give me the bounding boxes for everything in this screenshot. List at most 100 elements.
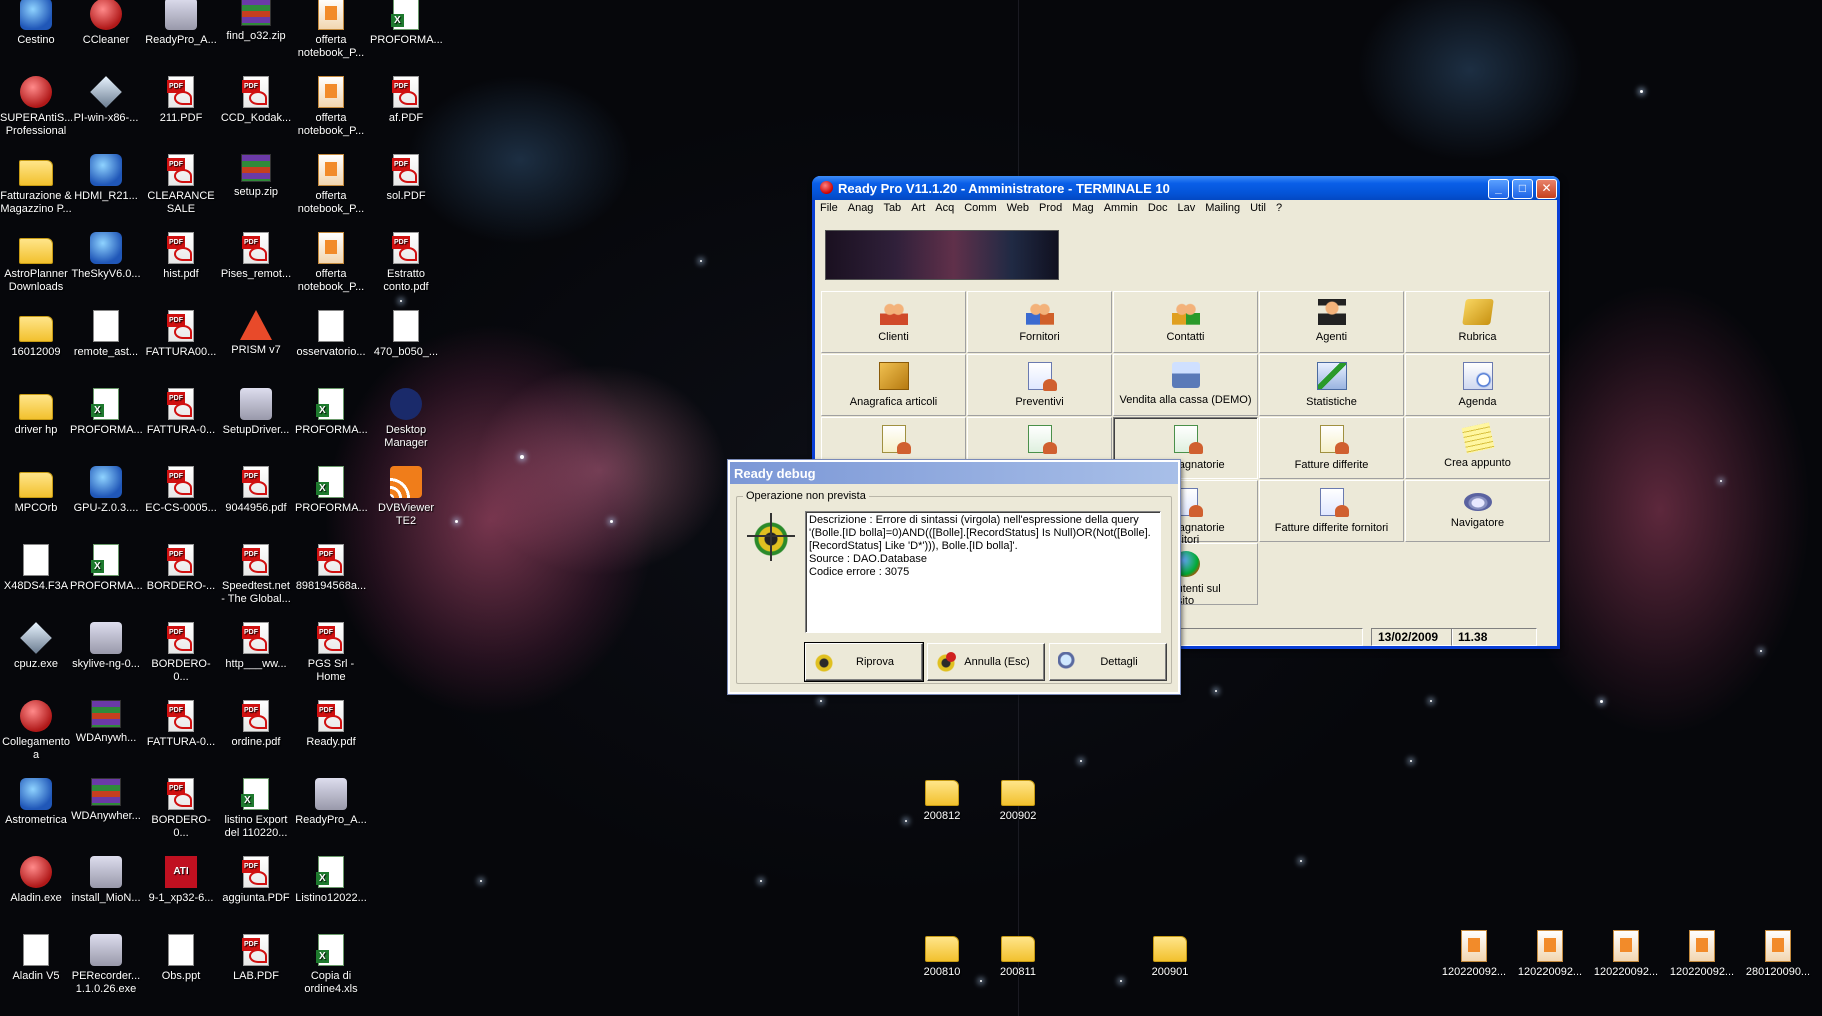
desktop-icon-loose-1[interactable]: 200902 (982, 774, 1054, 823)
desktop-icon-46[interactable]: 898194568a... (295, 544, 367, 593)
tile-fatture-differite[interactable]: Fatture differite (1259, 417, 1404, 479)
desktop-icon-61[interactable]: WDAnywher... (70, 778, 142, 823)
desktop-icon-0[interactable]: Cestino (0, 0, 72, 47)
desktop-icon-5[interactable]: PROFORMA... (370, 0, 442, 47)
desktop-icon-70[interactable]: Listino12022... (295, 856, 367, 905)
desktop-icon-27[interactable]: PRISM v7 (220, 310, 292, 357)
menu-lav[interactable]: Lav (1172, 200, 1200, 214)
desktop-icon-16[interactable]: offerta notebook_P... (295, 154, 367, 216)
desktop-icon-45[interactable]: Speedtest.net - The Global... (220, 544, 292, 606)
debug-dialog-titlebar[interactable]: Ready debug (730, 462, 1178, 484)
menu-acq[interactable]: Acq (930, 200, 959, 214)
minimize-button[interactable]: _ (1488, 179, 1509, 199)
desktop-icon-41[interactable]: DVBViewer TE2 (370, 466, 442, 528)
tile-agenda[interactable]: Agenda (1405, 354, 1550, 416)
desktop-icon-39[interactable]: 9044956.pdf (220, 466, 292, 515)
menu-ammin[interactable]: Ammin (1099, 200, 1143, 214)
tile-anagrafica-articoli[interactable]: Anagrafica articoli (821, 354, 966, 416)
desktop-icon-26[interactable]: FATTURA00... (145, 310, 217, 359)
desktop-icon-31[interactable]: PROFORMA... (70, 388, 142, 437)
readypro-titlebar[interactable]: Ready Pro V11.1.20 - Amministratore - TE… (812, 176, 1560, 200)
desktop-icon-37[interactable]: GPU-Z.0.3.... (70, 466, 142, 515)
desktop-icon-loose-8[interactable]: 120220092... (1666, 930, 1738, 979)
desktop-icon-38[interactable]: EC-CS-0005... (145, 466, 217, 515)
desktop-icon-32[interactable]: FATTURA-0... (145, 388, 217, 437)
desktop-icon-72[interactable]: Aladin V5 (0, 934, 72, 983)
desktop-icon-14[interactable]: CLEARANCE SALE 2009.pdf (145, 154, 217, 216)
desktop-icon-17[interactable]: sol.PDF (370, 154, 442, 203)
desktop-icon-10[interactable]: offerta notebook_P... (295, 76, 367, 138)
menu-art[interactable]: Art (906, 200, 930, 214)
desktop-icon-9[interactable]: CCD_Kodak... (220, 76, 292, 125)
desktop-icon-42[interactable]: X48DS4.F3A (0, 544, 72, 593)
desktop-icon-51[interactable]: http___ww... (220, 622, 292, 671)
error-message-box[interactable]: Descrizione : Errore di sintassi (virgol… (805, 511, 1161, 633)
menu-web[interactable]: Web (1002, 200, 1034, 214)
tile-crea-appunto[interactable]: Crea appunto (1405, 417, 1550, 479)
maximize-button[interactable]: □ (1512, 179, 1533, 199)
cancel-button[interactable]: Annulla (Esc) (927, 643, 1045, 681)
desktop-icon-35[interactable]: Desktop Manager (370, 388, 442, 450)
menu-mag[interactable]: Mag (1067, 200, 1098, 214)
desktop-icon-29[interactable]: 470_b050_... (370, 310, 442, 359)
desktop-icon-57[interactable]: ordine.pdf (220, 700, 292, 749)
desktop-icon-58[interactable]: Ready.pdf (295, 700, 367, 749)
desktop-icon-15[interactable]: setup.zip (220, 154, 292, 199)
desktop-icon-11[interactable]: af.PDF (370, 76, 442, 125)
desktop-icon-loose-4[interactable]: 200901 (1134, 930, 1206, 979)
desktop-icon-18[interactable]: AstroPlanner Downloads (0, 232, 72, 294)
details-button[interactable]: Dettagli (1049, 643, 1167, 681)
desktop-icon-loose-7[interactable]: 120220092... (1590, 930, 1662, 979)
desktop-icon-4[interactable]: offerta notebook_P... (295, 0, 367, 60)
desktop-icon-60[interactable]: Astrometrica (0, 778, 72, 827)
desktop-icon-13[interactable]: HDMI_R21... (70, 154, 142, 203)
desktop-icon-62[interactable]: BORDERO-0... (145, 778, 217, 840)
desktop-icon-64[interactable]: ReadyPro_A... (295, 778, 367, 827)
tile-fornitori[interactable]: Fornitori (967, 291, 1112, 353)
desktop-icon-7[interactable]: PI-win-x86-... (70, 76, 142, 125)
desktop-icon-68[interactable]: ATI 9-1_xp32-6... (145, 856, 217, 905)
desktop-icon-loose-5[interactable]: 120220092... (1438, 930, 1510, 979)
desktop-icon-73[interactable]: PERecorder... 1.1.0.26.exe (70, 934, 142, 996)
menu-comm[interactable]: Comm (959, 200, 1001, 214)
desktop-icon-36[interactable]: MPCOrb (0, 466, 72, 515)
desktop-icon-loose-3[interactable]: 200811 (982, 930, 1054, 979)
desktop-icon-30[interactable]: driver hp (0, 388, 72, 437)
desktop-icon-52[interactable]: PGS Srl - Home Page - CPU ... (295, 622, 367, 684)
desktop-icon-44[interactable]: BORDERO-... (145, 544, 217, 593)
tile-rubrica[interactable]: Rubrica (1405, 291, 1550, 353)
desktop-icon-66[interactable]: Aladin.exe (0, 856, 72, 905)
desktop-icon-54[interactable]: Collegamento a LOADER.EXE (0, 700, 72, 762)
desktop-icon-55[interactable]: WDAnywh... (70, 700, 142, 745)
close-button[interactable]: ✕ (1536, 179, 1557, 199)
desktop-icon-loose-0[interactable]: 200812 (906, 774, 978, 823)
desktop-icon-19[interactable]: TheSkyV6.0... (70, 232, 142, 281)
desktop-icon-67[interactable]: install_MioN... (70, 856, 142, 905)
menu-help[interactable]: ? (1271, 200, 1287, 214)
menu-doc[interactable]: Doc (1143, 200, 1173, 214)
retry-button[interactable]: Riprova (804, 642, 924, 682)
menu-mailing[interactable]: Mailing (1200, 200, 1245, 214)
tile-navigatore[interactable]: Navigatore (1405, 480, 1550, 542)
tile-vendita-alla-cassa-demo-[interactable]: Vendita alla cassa (DEMO) (1113, 354, 1258, 416)
desktop-icon-76[interactable]: Copia di ordine4.xls (295, 934, 367, 996)
desktop-icon-74[interactable]: Obs.ppt (145, 934, 217, 983)
desktop-icon-1[interactable]: CCleaner (70, 0, 142, 47)
desktop-icon-loose-6[interactable]: 120220092... (1514, 930, 1586, 979)
menu-file[interactable]: File (815, 200, 843, 214)
tile-clienti[interactable]: Clienti (821, 291, 966, 353)
desktop-icon-12[interactable]: Fatturazione & Magazzino P... (0, 154, 72, 216)
desktop-icon-20[interactable]: hist.pdf (145, 232, 217, 281)
desktop-icon-2[interactable]: ReadyPro_A... (145, 0, 217, 47)
tile-fatture-differite-fornitori[interactable]: Fatture differite fornitori (1259, 480, 1404, 542)
desktop-icon-33[interactable]: SetupDriver... (220, 388, 292, 437)
desktop-icon-loose-2[interactable]: 200810 (906, 930, 978, 979)
desktop-icon-6[interactable]: SUPERAntiS... Professional (0, 76, 72, 138)
tile-agenti[interactable]: Agenti (1259, 291, 1404, 353)
tile-contatti[interactable]: Contatti (1113, 291, 1258, 353)
desktop-icon-28[interactable]: osservatorio... (295, 310, 367, 359)
desktop-icon-63[interactable]: listino Export del 110220... (220, 778, 292, 840)
menu-prod[interactable]: Prod (1034, 200, 1067, 214)
desktop-icon-50[interactable]: BORDERO-0... (145, 622, 217, 684)
tile-preventivi[interactable]: Preventivi (967, 354, 1112, 416)
